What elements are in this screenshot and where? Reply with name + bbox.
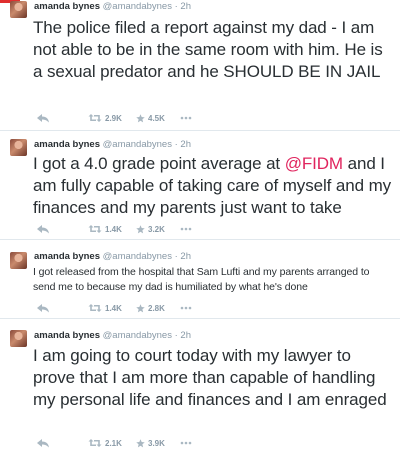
favorite-count: 3.9K bbox=[148, 438, 165, 448]
star-icon bbox=[136, 438, 145, 447]
retweet-button[interactable]: 2.1K bbox=[88, 438, 136, 448]
retweet-button[interactable]: 1.4K bbox=[88, 303, 136, 313]
tweet-text: I am going to court today with my lawyer… bbox=[33, 346, 387, 409]
retweet-icon bbox=[88, 225, 102, 233]
retweet-icon bbox=[88, 304, 102, 312]
user-name[interactable]: amanda bynes bbox=[34, 139, 100, 150]
tweet-1[interactable]: amanda bynes @amandabynes · 2h The polic… bbox=[0, 0, 400, 131]
user-name[interactable]: amanda bynes bbox=[34, 1, 100, 12]
reply-button[interactable] bbox=[36, 113, 88, 123]
favorite-button[interactable]: 3.2K bbox=[136, 225, 180, 234]
timestamp[interactable]: 2h bbox=[180, 1, 191, 12]
tweet-header: amanda bynes @amandabynes · 2h bbox=[34, 139, 191, 150]
star-icon bbox=[136, 224, 145, 233]
user-handle[interactable]: @amandabynes bbox=[103, 330, 172, 341]
more-icon bbox=[180, 306, 192, 310]
tweet-text-part: I got a 4.0 grade point average at bbox=[33, 154, 285, 173]
avatar[interactable] bbox=[10, 252, 27, 269]
tweet-text: I got released from the hospital that Sa… bbox=[33, 266, 370, 293]
separator: · bbox=[174, 251, 178, 262]
more-button[interactable] bbox=[180, 441, 192, 445]
reply-icon bbox=[37, 114, 49, 123]
more-button[interactable] bbox=[180, 116, 192, 120]
more-button[interactable] bbox=[180, 306, 192, 310]
tweet-2[interactable]: amanda bynes @amandabynes · 2h I got a 4… bbox=[0, 138, 400, 240]
separator: · bbox=[174, 1, 178, 12]
star-icon bbox=[136, 303, 145, 312]
tweet-header: amanda bynes @amandabynes · 2h bbox=[34, 251, 191, 262]
timestamp[interactable]: 2h bbox=[180, 139, 191, 150]
more-icon bbox=[180, 116, 192, 120]
reply-icon bbox=[37, 304, 49, 313]
tweet-3[interactable]: amanda bynes @amandabynes · 2h I got rel… bbox=[0, 250, 400, 319]
star-icon bbox=[136, 113, 145, 122]
more-icon bbox=[180, 227, 192, 231]
reply-icon bbox=[37, 225, 49, 234]
favorite-count: 4.5K bbox=[148, 113, 165, 123]
tweet-header: amanda bynes @amandabynes · 2h bbox=[34, 1, 191, 12]
tweet-header: amanda bynes @amandabynes · 2h bbox=[34, 330, 191, 341]
tweet-4[interactable]: amanda bynes @amandabynes · 2h I am goin… bbox=[0, 327, 400, 460]
more-icon bbox=[180, 441, 192, 445]
avatar[interactable] bbox=[10, 139, 27, 156]
tweet-actions: 1.4K 2.8K bbox=[36, 302, 192, 314]
user-name[interactable]: amanda bynes bbox=[34, 330, 100, 341]
retweet-count: 1.4K bbox=[105, 303, 122, 313]
reply-icon bbox=[37, 439, 49, 448]
retweet-icon bbox=[88, 114, 102, 122]
favorite-button[interactable]: 2.8K bbox=[136, 304, 180, 313]
retweet-icon bbox=[88, 439, 102, 447]
retweet-button[interactable]: 2.9K bbox=[88, 113, 136, 123]
retweet-count: 1.4K bbox=[105, 224, 122, 234]
user-handle[interactable]: @amandabynes bbox=[103, 251, 172, 262]
user-handle[interactable]: @amandabynes bbox=[103, 1, 172, 12]
reply-button[interactable] bbox=[36, 224, 88, 234]
favorite-count: 2.8K bbox=[148, 303, 165, 313]
tweet-actions: 2.9K 4.5K bbox=[36, 112, 192, 124]
user-name[interactable]: amanda bynes bbox=[34, 251, 100, 262]
mention-link[interactable]: @FIDM bbox=[285, 154, 343, 173]
user-handle[interactable]: @amandabynes bbox=[103, 139, 172, 150]
separator: · bbox=[174, 139, 178, 150]
timestamp[interactable]: 2h bbox=[180, 330, 191, 341]
separator: · bbox=[174, 330, 178, 341]
avatar[interactable] bbox=[10, 1, 27, 18]
retweet-button[interactable]: 1.4K bbox=[88, 224, 136, 234]
tweet-actions: 2.1K 3.9K bbox=[36, 437, 192, 449]
tweet-text: The police filed a report against my dad… bbox=[33, 18, 383, 81]
favorite-count: 3.2K bbox=[148, 224, 165, 234]
favorite-button[interactable]: 4.5K bbox=[136, 114, 180, 123]
tweet-text: I got a 4.0 grade point average at @FIDM… bbox=[33, 153, 392, 219]
avatar[interactable] bbox=[10, 330, 27, 347]
reply-button[interactable] bbox=[36, 438, 88, 448]
timestamp[interactable]: 2h bbox=[180, 251, 191, 262]
more-button[interactable] bbox=[180, 227, 192, 231]
favorite-button[interactable]: 3.9K bbox=[136, 439, 180, 448]
reply-button[interactable] bbox=[36, 303, 88, 313]
retweet-count: 2.9K bbox=[105, 113, 122, 123]
retweet-count: 2.1K bbox=[105, 438, 122, 448]
tweet-actions: 1.4K 3.2K bbox=[36, 223, 192, 235]
